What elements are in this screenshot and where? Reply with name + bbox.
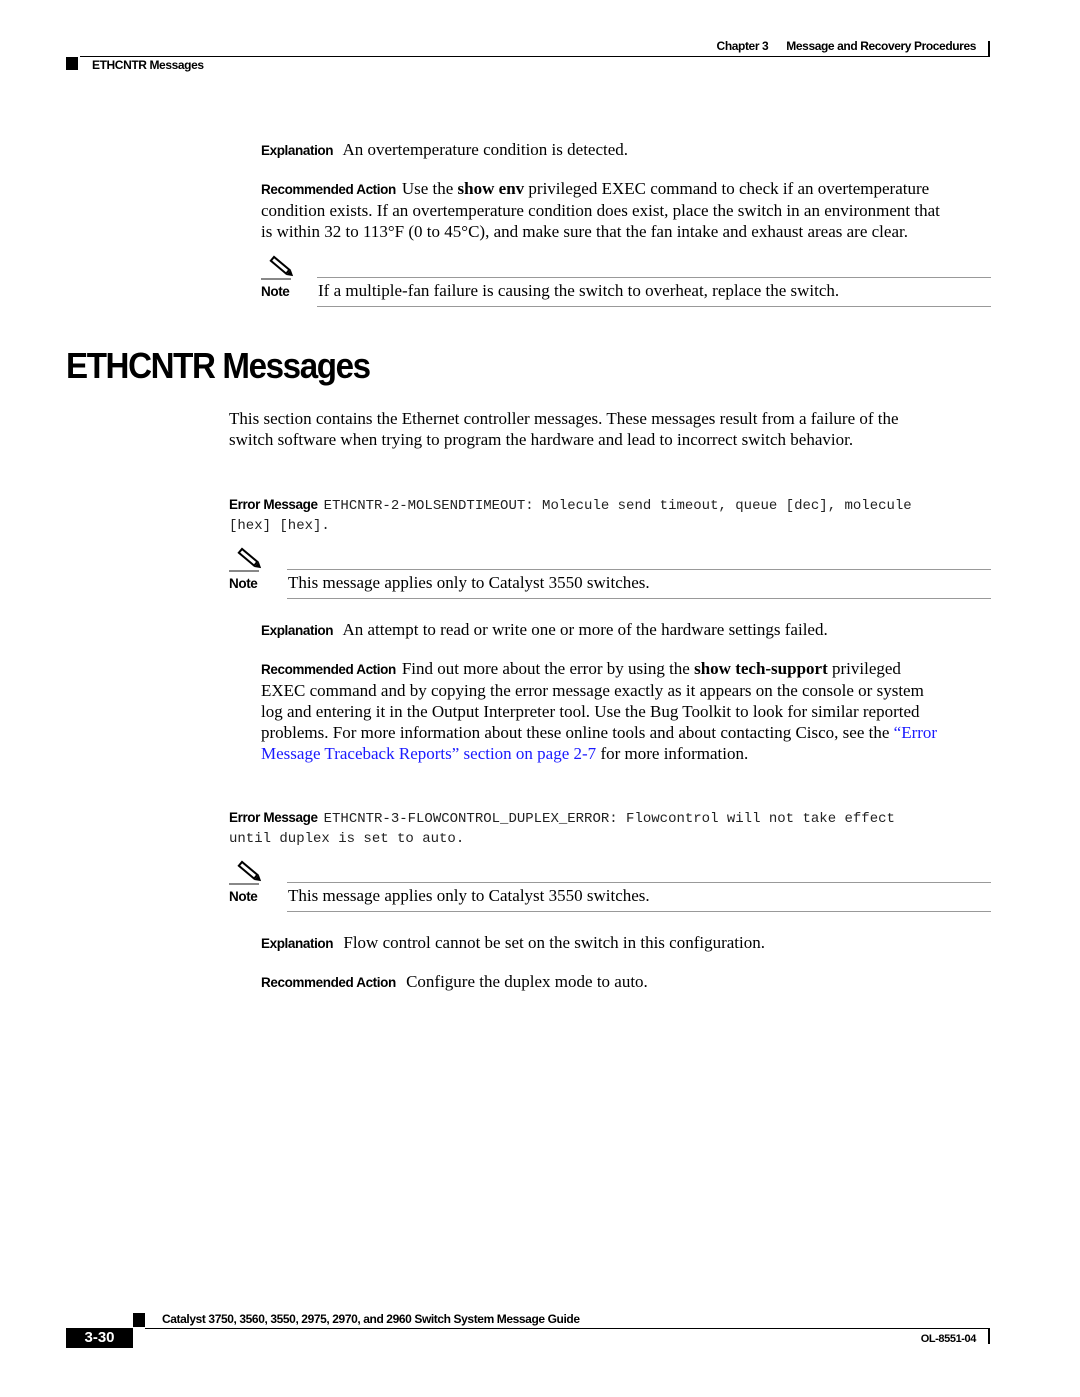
explanation-text: An overtemperature condition is detected… [342, 140, 629, 159]
action-text: privileged EXEC command to check if an o… [524, 179, 930, 198]
action-text: for more information. [596, 744, 749, 763]
explanation-text: Flow control cannot be set on the switch… [343, 933, 765, 952]
explanation-molsendtimeout: Explanation An attempt to read or write … [261, 619, 828, 641]
command-show-tech-support: show tech-support [694, 659, 828, 678]
recommended-action-overtemp: Recommended Action Use the show env privi… [261, 178, 991, 242]
intro-line: This section contains the Ethernet contr… [229, 409, 899, 428]
error-code-continued: until duplex is set to auto. [229, 831, 465, 847]
action-text: privileged [827, 659, 901, 678]
action-text: log and entering it in the Output Interp… [261, 702, 920, 721]
section-intro: This section contains the Ethernet contr… [229, 408, 899, 450]
recommended-action-molsendtimeout: Recommended Action Find out more about th… [261, 658, 991, 764]
traceback-reports-link-continued[interactable]: Message Traceback Reports” section on pa… [261, 744, 596, 763]
note-text: This message applies only to Catalyst 35… [288, 886, 650, 905]
header-marker-square [66, 57, 78, 70]
action-text: problems. For more information about the… [261, 723, 894, 742]
action-text: Configure the duplex mode to auto. [406, 972, 648, 991]
intro-line: switch software when trying to program t… [229, 430, 854, 449]
action-text: Find out more about the error by using t… [401, 659, 695, 678]
explanation-text: An attempt to read or write one or more … [342, 620, 828, 639]
error-message-flowcontrol: Error Message ETHCNTR-3-FLOWCONTROL_DUPLE… [229, 808, 895, 849]
explanation-label: Explanation [261, 936, 334, 951]
note-rule-top [287, 882, 991, 883]
note-rule-bottom [287, 911, 991, 912]
note-label: Note [229, 889, 258, 904]
chapter-title: Message and Recovery Procedures [786, 39, 976, 53]
note-pencil-icon [229, 860, 262, 885]
footer-rule-bar [988, 1328, 990, 1344]
explanation-flowcontrol: Explanation Flow control cannot be set o… [261, 932, 765, 954]
recommended-action-label: Recommended Action [261, 662, 396, 677]
error-message-label: Error Message [229, 497, 318, 512]
error-message-molsendtimeout: Error Message ETHCNTR-2-MOLSENDTIMEOUT: M… [229, 495, 912, 536]
error-message-label: Error Message [229, 810, 318, 825]
note-text: This message applies only to Catalyst 35… [288, 573, 650, 592]
note-rule-bottom [317, 306, 991, 307]
note-rule-bottom [287, 598, 991, 599]
header-divider [80, 56, 988, 57]
chapter-number: Chapter 3 [716, 39, 769, 53]
running-header-chapter: Chapter 3 Message and Recovery Procedures [716, 39, 977, 53]
note-label: Note [261, 284, 290, 299]
document-number: OL-8551-04 [920, 1333, 977, 1345]
traceback-reports-link[interactable]: “Error [894, 723, 937, 742]
recommended-action-flowcontrol: Recommended Action Configure the duplex … [261, 971, 648, 993]
page-number: 3-30 [66, 1328, 133, 1348]
error-code: ETHCNTR-2-MOLSENDTIMEOUT: Molecule send … [323, 498, 912, 514]
explanation-overtemp: Explanation An overtemperature condition… [261, 139, 628, 161]
footer-divider [145, 1328, 988, 1329]
note-pencil-icon [229, 547, 262, 572]
action-text: is within 32 to 113°F (0 to 45°C), and m… [261, 222, 908, 241]
action-text: EXEC command and by copying the error me… [261, 681, 924, 700]
error-code: ETHCNTR-3-FLOWCONTROL_DUPLEX_ERROR: Flow… [323, 811, 895, 827]
running-header-section: ETHCNTR Messages [92, 58, 204, 72]
error-code-continued: [hex] [hex]. [229, 518, 330, 534]
note-label: Note [229, 576, 258, 591]
action-text: Use the [401, 179, 458, 198]
recommended-action-label: Recommended Action [261, 975, 396, 990]
command-show-env: show env [457, 179, 525, 198]
note-rule-top [287, 569, 991, 570]
explanation-label: Explanation [261, 143, 334, 158]
section-heading: ETHCNTR Messages [66, 345, 371, 386]
note-text: If a multiple-fan failure is causing the… [318, 281, 840, 300]
recommended-action-label: Recommended Action [261, 182, 396, 197]
header-rule-bar [988, 41, 990, 57]
action-text: condition exists. If an overtemperature … [261, 201, 940, 220]
footer-marker-square [133, 1313, 145, 1327]
explanation-label: Explanation [261, 623, 334, 638]
note-pencil-icon [261, 255, 294, 280]
footer-guide-title: Catalyst 3750, 3560, 3550, 2975, 2970, a… [162, 1312, 580, 1326]
note-rule-top [317, 277, 991, 278]
